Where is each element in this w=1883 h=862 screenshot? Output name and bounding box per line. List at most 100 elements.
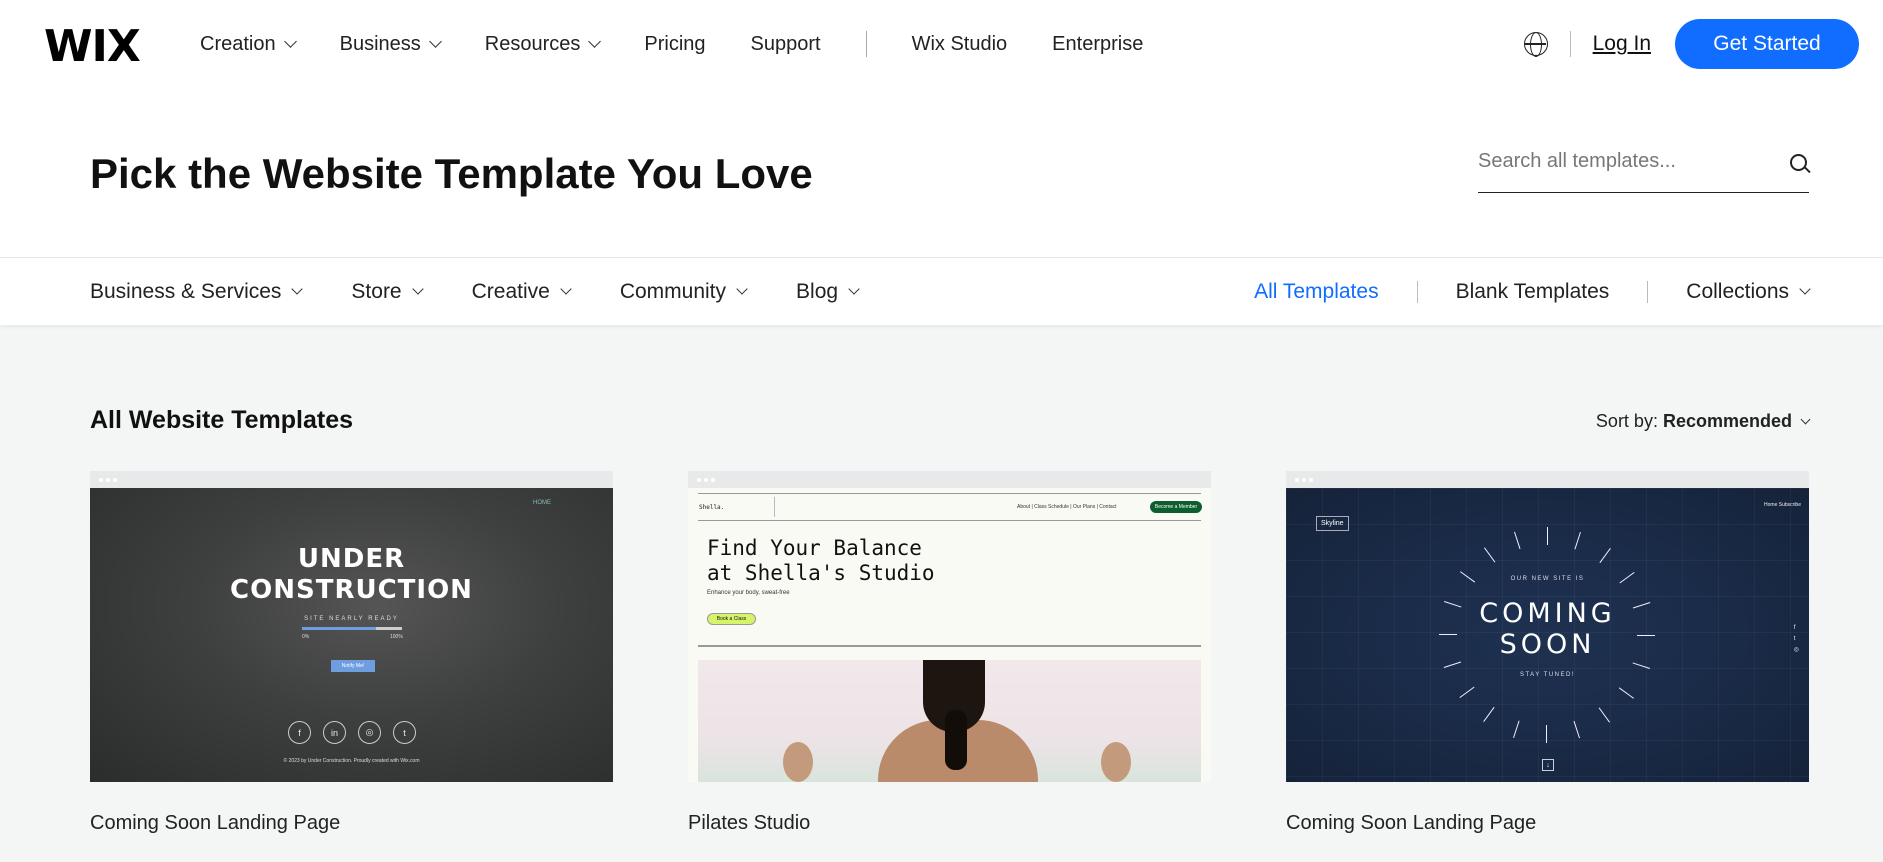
thumb-subtitle: SITE NEARLY READY: [304, 616, 399, 622]
page-title: Pick the Website Template You Love: [90, 150, 813, 197]
chevron-down-icon: [291, 283, 304, 295]
thumb-menu: About | Class Schedule | Our Plans | Con…: [1017, 504, 1117, 510]
category-label: Creative: [471, 279, 550, 303]
template-thumbnail[interactable]: HOME UNDER CONSTRUCTION SITE NEARLY READ…: [90, 488, 613, 782]
hero-section: Pick the Website Template You Love: [0, 88, 1883, 258]
globe-icon[interactable]: [1523, 32, 1548, 57]
chevron-down-icon: [1800, 414, 1811, 424]
section-title: All Website Templates: [90, 406, 354, 434]
template-name[interactable]: Pilates Studio: [688, 812, 1211, 835]
template-thumbnail[interactable]: Shella. About | Class Schedule | Our Pla…: [688, 488, 1211, 782]
template-name[interactable]: Coming Soon Landing Page: [90, 812, 613, 835]
thumb-social-icons: f in ◎ t: [288, 721, 428, 744]
chevron-down-icon: [283, 35, 297, 48]
divider: [774, 497, 775, 517]
sunburst-ray: [1546, 725, 1547, 743]
nav-creation-label: Creation: [200, 32, 276, 55]
divider: [698, 645, 1201, 647]
thumb-headline: UNDER CONSTRUCTION: [90, 544, 613, 606]
sort-dropdown[interactable]: Sort by: Recommended: [1595, 411, 1811, 432]
login-link[interactable]: Log In: [1593, 32, 1651, 56]
tab-all-templates[interactable]: All Templates: [1254, 280, 1379, 304]
person-shape: [1101, 742, 1131, 782]
twitter-icon: t: [1793, 636, 1796, 642]
nav-resources-label: Resources: [484, 32, 581, 55]
chevron-down-icon: [560, 283, 572, 295]
twitter-icon: t: [393, 721, 416, 744]
category-creative[interactable]: Creative: [471, 279, 572, 304]
top-navigation: WIX Creation Business Resources Pricing …: [0, 0, 1883, 88]
search-icon[interactable]: [1790, 154, 1807, 171]
nav-business[interactable]: Business: [340, 33, 442, 56]
thumb-kicker: OUR NEW SITE IS: [1510, 576, 1585, 582]
thumb-progress-bar: [302, 627, 402, 630]
thumb-photo: [698, 660, 1201, 782]
template-filters: All Templates Blank Templates Collection…: [1254, 258, 1811, 325]
arrow-down-icon: ↓: [1542, 759, 1554, 771]
facebook-icon: f: [288, 721, 311, 744]
sunburst-ray: [1547, 527, 1548, 545]
collections-label: Collections: [1686, 279, 1789, 303]
nav-resources[interactable]: Resources: [484, 32, 602, 56]
thumb-menu: Home Subscribe: [1764, 502, 1801, 508]
template-name[interactable]: Coming Soon Landing Page: [1286, 812, 1809, 835]
category-blog[interactable]: Blog: [796, 279, 860, 304]
search-input[interactable]: [1478, 150, 1768, 173]
thumb-pct-start: 0%: [302, 634, 310, 640]
thumb-headline: COMING SOON: [1286, 598, 1809, 660]
thumb-headline-line: SOON: [1499, 629, 1596, 660]
sort-value: Recommended: [1662, 411, 1792, 431]
wix-logo[interactable]: WIX: [44, 21, 141, 72]
sunburst-ray: [1637, 635, 1655, 636]
nav-creation[interactable]: Creation: [200, 32, 297, 56]
divider: [698, 493, 1201, 494]
thumb-headline: Find Your Balance at Shella's Studio: [707, 536, 935, 586]
chevron-down-icon: [428, 35, 442, 48]
divider: [698, 520, 1201, 521]
nav-divider: [865, 31, 867, 57]
nav-support[interactable]: Support: [751, 33, 821, 56]
template-thumbnail[interactable]: Skyline Home Subscribe OUR NEW SITE IS C…: [1286, 488, 1809, 782]
nav-pricing[interactable]: Pricing: [644, 33, 705, 56]
person-shape: [945, 710, 967, 770]
template-card[interactable]: Skyline Home Subscribe OUR NEW SITE IS C…: [1286, 471, 1809, 835]
get-started-button[interactable]: Get Started: [1675, 19, 1859, 69]
category-community[interactable]: Community: [619, 279, 748, 304]
thumb-book-button: Book a Class: [707, 613, 756, 625]
thumb-headline-line: CONSTRUCTION: [230, 575, 473, 605]
nav-wix-studio[interactable]: Wix Studio: [912, 33, 1008, 56]
thumb-pct-end: 100%: [390, 634, 403, 640]
thumb-brand: Skyline: [1316, 516, 1349, 531]
sunburst-ray: [1439, 634, 1457, 635]
category-label: Business & Services: [90, 279, 282, 303]
thumb-headline-line: at Shella's Studio: [707, 561, 935, 585]
filter-divider: [1647, 280, 1649, 303]
thumb-notify-button: Notify Me!: [331, 660, 375, 672]
thumb-stay-tuned: STAY TUNED!: [1519, 672, 1576, 678]
sort-label: Sort by:: [1595, 411, 1658, 431]
linkedin-icon: in: [323, 721, 346, 744]
person-shape: [783, 742, 813, 782]
category-label: Blog: [796, 279, 839, 303]
thumb-footer: © 2023 by Under Construction. Proudly cr…: [283, 758, 420, 764]
thumb-headline-line: COMING: [1479, 598, 1616, 629]
main-menu: Creation Business Resources Pricing Supp…: [200, 0, 1188, 88]
thumb-headline-line: Find Your Balance: [707, 536, 922, 560]
template-card[interactable]: HOME UNDER CONSTRUCTION SITE NEARLY READ…: [90, 471, 613, 835]
template-card[interactable]: Shella. About | Class Schedule | Our Pla…: [688, 471, 1211, 835]
instagram-icon: ◎: [358, 721, 381, 744]
chevron-down-icon: [736, 283, 748, 295]
template-search: [1478, 138, 1809, 193]
collections-dropdown[interactable]: Collections: [1686, 279, 1811, 304]
category-label: Community: [619, 279, 727, 303]
nav-divider: [1569, 31, 1571, 57]
chevron-down-icon: [588, 35, 602, 48]
chevron-down-icon: [1799, 283, 1811, 295]
thumb-subtitle: Enhance your body, sweat-free: [707, 590, 790, 596]
category-business-services[interactable]: Business & Services: [90, 279, 304, 304]
nav-enterprise[interactable]: Enterprise: [1052, 33, 1143, 56]
tab-blank-templates[interactable]: Blank Templates: [1456, 280, 1610, 304]
instagram-icon: ◎: [1793, 647, 1799, 653]
thumb-cta: Become a Member: [1150, 501, 1202, 513]
category-store[interactable]: Store: [351, 280, 424, 304]
